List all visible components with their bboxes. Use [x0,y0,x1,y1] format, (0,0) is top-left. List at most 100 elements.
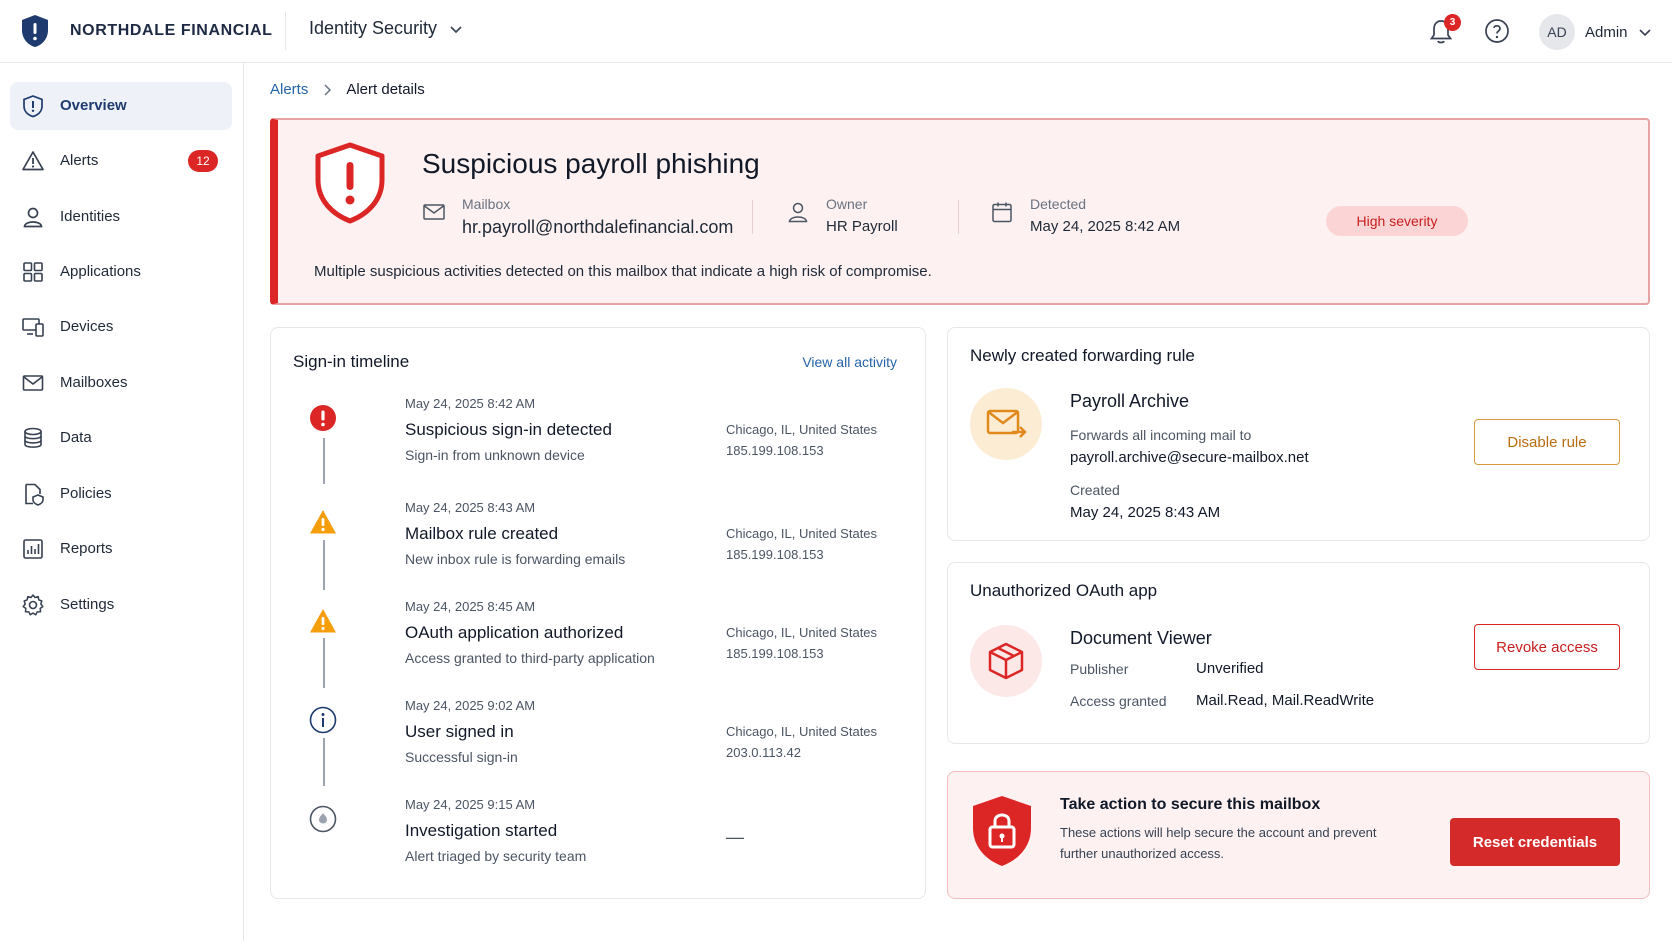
detected-value: May 24, 2025 8:42 AM [1030,218,1181,235]
sidebar-item-identities[interactable]: Identities [10,193,232,241]
publisher-label: Publisher [1070,661,1129,677]
package-icon [970,625,1042,697]
rule-target-address: payroll.archive@secure-mailbox.net [1070,449,1309,466]
sidebar-item-devices[interactable]: Devices [10,303,232,351]
breadcrumb-alerts-link[interactable]: Alerts [270,81,308,98]
warning-icon [310,609,336,633]
secure-action-description: These actions will help secure the accou… [1060,825,1377,861]
chart-icon [23,539,43,559]
divider [958,200,959,234]
alert-summary-banner: Suspicious payroll phishing Mailbox hr.p… [270,118,1650,305]
sidebar: Overview Alerts 12 Identities Applicatio… [0,63,244,941]
event-location: — [726,827,744,847]
event-title: User signed in [405,722,514,741]
secure-mailbox-card: Take action to secure this mailbox These… [947,771,1650,899]
sidebar-item-alerts[interactable]: Alerts 12 [10,137,232,185]
timeline-event: May 24, 2025 8:42 AM Suspicious sign-in … [293,396,903,476]
database-icon [24,427,42,448]
warning-icon [22,151,44,171]
mail-icon [423,204,445,220]
avatar: AD [1539,14,1575,50]
access-granted-value: Mail.Read, Mail.ReadWrite [1196,692,1375,709]
severity-badge: High severity [1326,206,1468,236]
sign-in-timeline-card: Sign-in timeline View all activity May 2… [270,327,926,899]
product-switcher[interactable]: Identity Security [309,18,463,39]
sidebar-item-applications[interactable]: Applications [10,248,232,296]
breadcrumb: Alerts Alert details [270,81,425,98]
shield-alert-icon [315,142,385,224]
event-subtitle: Access granted to third-party applicatio… [405,650,655,666]
user-icon [23,207,43,228]
alert-title: Suspicious payroll phishing [422,148,760,179]
timeline-event: May 24, 2025 8:43 AM Mailbox rule create… [293,500,903,580]
shield-logo-icon[interactable] [20,14,50,48]
oauth-app-card: Unauthorized OAuth app Document Viewer P… [947,562,1650,744]
event-time: May 24, 2025 9:02 AM [405,698,536,713]
chevron-down-icon [450,25,462,33]
oauth-app-name: Document Viewer [1070,628,1212,648]
sidebar-item-policies[interactable]: Policies [10,470,232,518]
sidebar-item-label: Applications [60,263,141,280]
breadcrumb-current: Alert details [346,81,425,98]
notification-badge: 3 [1444,14,1461,31]
info-icon [309,706,337,734]
reset-credentials-button[interactable]: Reset credentials [1450,818,1620,866]
event-title: Investigation started [405,821,558,840]
timeline-event: May 24, 2025 9:15 AM Investigation start… [293,797,903,877]
sidebar-item-overview[interactable]: Overview [10,82,232,130]
divider [285,12,286,50]
mail-icon [22,375,44,391]
mailbox-value: hr.payroll@northdalefinancial.com [462,217,734,237]
policy-icon [25,483,44,506]
chevron-right-icon [324,83,332,96]
sidebar-item-label: Alerts [60,152,99,169]
product-name: Identity Security [309,18,438,38]
event-ip: 203.0.113.42 [726,745,801,760]
help-icon[interactable] [1484,18,1510,44]
user-menu[interactable]: AD Admin [1539,14,1652,50]
event-ip: 185.199.108.153 [726,547,824,562]
oauth-app-title: Unauthorized OAuth app [970,581,1158,600]
sidebar-item-label: Policies [60,485,112,502]
event-time: May 24, 2025 8:43 AM [405,500,536,515]
access-granted-label: Access granted [1070,693,1167,709]
sidebar-item-label: Settings [60,596,115,613]
event-title: Mailbox rule created [405,524,559,543]
top-bar: NORTHDALE FINANCIAL Identity Security 3 … [0,0,1672,63]
chevron-down-icon [1638,29,1651,37]
error-icon [310,405,336,431]
secure-action-title: Take action to secure this mailbox [1060,796,1321,813]
disable-rule-button[interactable]: Disable rule [1474,419,1620,465]
timeline-event: May 24, 2025 8:45 AM OAuth application a… [293,599,903,679]
forwarding-rule-card: Newly created forwarding rule Payroll Ar… [947,327,1650,541]
sidebar-item-label: Data [60,429,92,446]
publisher-value: Unverified [1196,660,1264,677]
sidebar-item-label: Mailboxes [60,374,128,391]
view-all-activity-link[interactable]: View all activity [802,354,897,370]
gear-icon [22,594,44,616]
alert-description: Multiple suspicious activities detected … [314,263,932,280]
event-time: May 24, 2025 8:42 AM [405,396,536,411]
sidebar-item-mailboxes[interactable]: Mailboxes [10,359,232,407]
sidebar-item-settings[interactable]: Settings [10,581,232,629]
investigation-icon [309,805,337,833]
revoke-access-button[interactable]: Revoke access [1474,624,1620,670]
event-ip: 185.199.108.153 [726,443,824,458]
mailbox-label: Mailbox [462,196,511,212]
brand-name: NORTHDALE FINANCIAL [70,22,273,39]
mail-forward-icon [970,388,1042,460]
shield-icon [23,95,43,118]
event-location: Chicago, IL, United States [726,526,878,541]
devices-icon [22,318,44,337]
sidebar-item-label: Devices [60,318,114,335]
sidebar-item-reports[interactable]: Reports [10,525,232,573]
shield-lock-icon [973,796,1031,866]
event-title: Suspicious sign-in detected [405,420,612,439]
event-time: May 24, 2025 9:15 AM [405,797,536,812]
owner-value: HR Payroll [826,218,898,235]
rule-name: Payroll Archive [1070,391,1190,411]
rule-created-value: May 24, 2025 8:43 AM [1070,504,1221,521]
sidebar-item-data[interactable]: Data [10,414,232,462]
event-subtitle: New inbox rule is forwarding emails [405,551,626,567]
divider [752,200,753,234]
